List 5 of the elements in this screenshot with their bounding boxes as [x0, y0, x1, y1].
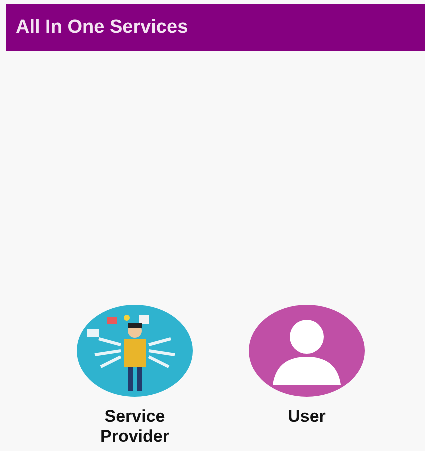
option-label[interactable]: User	[262, 407, 352, 427]
user-avatar-icon[interactable]	[249, 305, 365, 397]
option-label[interactable]: Service Provider	[90, 407, 180, 447]
app-title: All In One Services	[16, 16, 188, 38]
multitasking-person-icon[interactable]	[77, 305, 193, 397]
